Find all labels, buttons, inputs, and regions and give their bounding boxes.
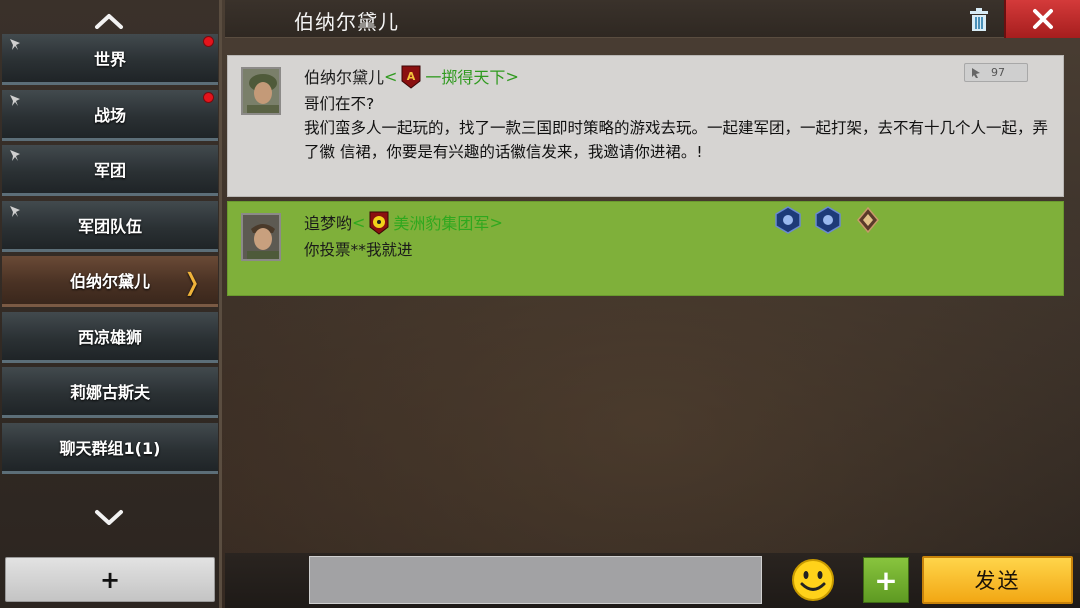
officer-avatar-icon [243,215,279,259]
guild-bracket-close: > [489,212,503,232]
trash-icon [970,8,988,31]
unread-dot [203,91,214,103]
guild-bracket-close: > [505,66,519,86]
emoji-button[interactable] [790,557,836,603]
cursor-icon [972,67,980,78]
guild-name[interactable]: 一掷得天下 [425,64,505,88]
close-icon [1033,9,1053,29]
guild-badge-icon [369,211,389,235]
channel-label: 西凉雄狮 [77,327,142,347]
channel-item-bernadette[interactable]: 伯纳尔黛儿 ❭ [2,256,218,307]
chevron-up-icon [95,14,123,29]
channel-label: 伯纳尔黛儿 [69,272,150,291]
channel-label: 军团队伍 [77,216,142,236]
channel-item-legion[interactable]: 军团 [2,145,218,196]
soldier-avatar-icon [243,69,279,113]
channel-label: 军团 [93,161,126,180]
message-sender: 伯纳尔黛儿 < A 一掷得天下 > [304,64,519,89]
sender-name[interactable]: 追梦哟 [304,210,352,234]
scroll-down-button[interactable] [0,500,218,534]
message-line: 我们蛮多人一起玩的，找了一款三国即时策略的游戏去玩。一起建军团，一起打架，去不有… [304,119,1049,161]
delete-chat-button[interactable] [968,8,990,32]
like-count: 97 [991,66,1005,79]
channel-item-chat-group-1[interactable]: 聊天群组1(1) [2,422,218,474]
message-sender: 追梦哟 < 美洲豹集团军 > [304,210,503,235]
pin-icon [10,94,20,106]
svg-text:A: A [407,70,416,83]
pin-icon [10,39,20,50]
message-text: 你投票**我就进 [304,238,1056,262]
message-line: 哥们在不? [304,95,375,113]
chat-message-highlighted: 追梦哟 < 美洲豹集团军 > 你投票**我就进 [227,201,1064,296]
chat-input-bar: + 发送 [225,553,1080,608]
channel-item-xiliang-lion[interactable]: 西凉雄狮 [2,311,218,363]
send-button[interactable]: 发送 [922,556,1073,604]
channel-label: 战场 [93,105,126,125]
avatar[interactable] [241,213,281,261]
guild-name[interactable]: 美洲豹集团军 [393,210,489,234]
medal-icon [815,206,841,234]
channel-item-lina-gusifu[interactable]: 莉娜古斯夫 [2,367,218,418]
chevron-right-icon: ❭ [181,268,202,296]
attach-button[interactable]: + [863,557,909,603]
sender-name[interactable]: 伯纳尔黛儿 [304,64,384,88]
chevron-down-icon [95,510,123,525]
avatar[interactable] [241,67,281,115]
message-line: 你投票**我就进 [304,241,413,259]
chat-message: 伯纳尔黛儿 < A 一掷得天下 > 97 哥们在不? 我们蛮多人一起玩的，找了一… [227,55,1064,197]
channel-label: 世界 [93,50,126,69]
channel-label: 莉娜古斯夫 [69,383,150,402]
guild-bracket-open: < [352,212,366,232]
add-chat-button[interactable]: + [5,557,215,602]
message-text: 哥们在不? 我们蛮多人一起玩的，找了一款三国即时策略的游戏去玩。一起建军团，一起… [304,92,1056,164]
medal-icon [775,206,801,234]
unread-dot [203,36,214,47]
chat-header: 伯纳尔黛儿 [225,0,1080,38]
medal-icon [857,206,879,234]
like-counter[interactable]: 97 [964,63,1028,82]
channel-item-world[interactable]: 世界 [2,34,218,85]
scroll-up-button[interactable] [0,4,218,38]
close-button[interactable] [1004,0,1080,38]
channel-list: 世界 战场 军团 军团队伍 伯纳尔黛儿 ❭ 西凉雄狮 莉娜古斯夫 聊天群组1(1… [2,34,218,478]
channel-item-legion-team[interactable]: 军团队伍 [2,200,218,252]
medal-list [774,206,882,234]
message-input[interactable] [309,556,762,604]
channel-item-battlefield[interactable]: 战场 [2,89,218,141]
guild-badge-icon: A [401,65,421,89]
channel-sidebar: 世界 战场 军团 军团队伍 伯纳尔黛儿 ❭ 西凉雄狮 莉娜古斯夫 聊天群组1(1… [0,0,222,608]
guild-bracket-open: < [384,66,398,86]
pin-icon [10,150,20,161]
pin-icon [10,205,20,217]
smiley-icon [792,559,834,601]
page-title: 伯纳尔黛儿 [294,10,399,34]
channel-label: 聊天群组1(1) [59,438,161,458]
